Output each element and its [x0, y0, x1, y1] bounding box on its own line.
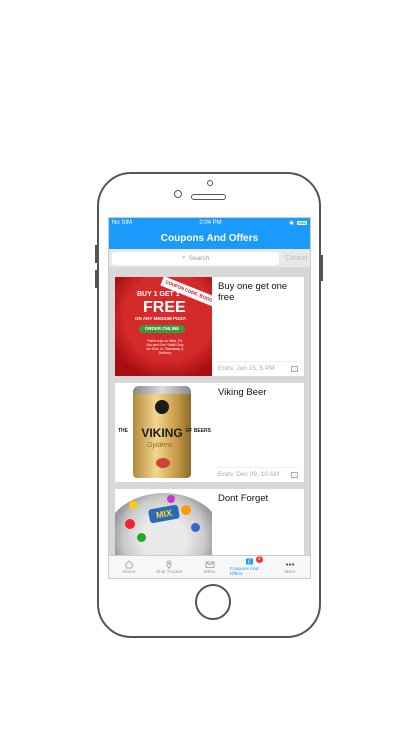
coupon-order-button: ORDER ONLINE: [139, 325, 185, 333]
status-right: ✱: [289, 220, 307, 227]
coupon-line1: BUY 1 GET 1: [137, 291, 180, 298]
status-bar: No SIM 2:04 PM ✱: [109, 218, 310, 228]
tab-label: Inbox: [203, 569, 216, 575]
search-bar: ⌕ Search Cancel: [109, 249, 310, 267]
offer-image-beer-can: VIKING Gyldenz THE OF BEERS: [115, 383, 212, 482]
coupon-line3: ON ANY MEDIUM PIZZA: [135, 316, 187, 321]
beer-right-text: OF BEERS: [185, 428, 211, 434]
tab-coupons-and-offers[interactable]: € 3 Coupons And Offers: [230, 556, 270, 578]
search-placeholder: Search: [188, 254, 210, 262]
offer-expiry: Ends: Dec 09, 10 AM →: [218, 467, 298, 478]
tab-label: Home: [122, 569, 136, 575]
phone-home-button[interactable]: [195, 584, 231, 620]
offer-info: Buy one get one free Ends: Jun 15, 5 PM …: [212, 277, 304, 376]
viking-ship-icon: [155, 400, 169, 414]
offer-info: Viking Beer Ends: Dec 09, 10 AM →: [212, 383, 304, 482]
volume-up-button: [95, 245, 97, 263]
bluetooth-icon: ✱: [288, 220, 294, 227]
phone-speaker: [191, 194, 226, 200]
beer-left-text: THE: [118, 428, 128, 434]
share-icon[interactable]: →: [291, 365, 298, 372]
power-button: [321, 255, 323, 281]
page-title: Coupons And Offers: [109, 228, 310, 249]
svg-text:€: €: [248, 560, 251, 566]
coupon-fine-print: *Valid only on Wed, Fri, Sat and Sun *Va…: [146, 339, 184, 355]
offer-expiry-text: Ends: Dec 09, 10 AM: [218, 471, 280, 478]
carrier-label: No SIM: [112, 220, 133, 226]
coupon-badge: 3: [255, 556, 263, 563]
offer-title: Viking Beer: [218, 387, 267, 398]
cancel-button[interactable]: Cancel: [285, 255, 307, 262]
share-icon[interactable]: →: [291, 471, 298, 478]
offer-title: Dont Forget: [218, 493, 269, 504]
offer-card[interactable]: COUPON CODE: BOGO1 BUY 1 GET 1 FREE ON A…: [115, 277, 304, 376]
app-screen: No SIM 2:04 PM ✱ Coupons And Offers ⌕ Se…: [108, 217, 311, 579]
home-icon: [124, 559, 134, 569]
offer-card[interactable]: VIKING Gyldenz THE OF BEERS Viking Beer …: [115, 383, 304, 482]
volume-down-button: [95, 270, 97, 288]
beer-seal-icon: [156, 458, 170, 468]
tab-inbox[interactable]: Inbox: [189, 556, 229, 578]
tab-home[interactable]: Home: [109, 556, 149, 578]
offer-expiry: Ends: Jun 15, 5 PM →: [218, 361, 298, 372]
tab-label: Ship Tracker: [155, 569, 183, 575]
tab-bar: Home Ship Tracker Inbox € 3 Coupons And …: [109, 555, 310, 578]
search-input[interactable]: ⌕ Search: [112, 251, 280, 265]
battery-icon: [297, 221, 307, 225]
beer-can: VIKING Gyldenz: [133, 386, 191, 478]
offers-list: COUPON CODE: BOGO1 BUY 1 GET 1 FREE ON A…: [115, 277, 304, 578]
envelope-icon: [205, 560, 215, 569]
phone-camera: [207, 180, 213, 186]
coupon-line2: FREE: [143, 299, 186, 316]
beer-brand: VIKING: [141, 426, 183, 440]
tab-label: Coupons And Offers: [229, 567, 259, 577]
phone-front-sensor: [174, 190, 182, 198]
offer-title: Buy one get one free: [218, 281, 288, 303]
tab-ship-tracker[interactable]: Ship Tracker: [149, 556, 189, 578]
tab-more[interactable]: More: [270, 556, 310, 578]
offer-expiry-text: Ends: Jun 15, 5 PM: [218, 365, 275, 372]
status-time: 2:04 PM: [199, 220, 222, 226]
offer-image-pizza-coupon: COUPON CODE: BOGO1 BUY 1 GET 1 FREE ON A…: [115, 277, 212, 376]
location-pin-icon: [164, 560, 174, 569]
tab-label: More: [284, 569, 296, 575]
coupon-icon: €: [245, 557, 255, 566]
search-icon: ⌕: [181, 254, 186, 261]
beer-script: Gyldenz: [147, 442, 173, 449]
more-dots-icon: [285, 560, 295, 569]
